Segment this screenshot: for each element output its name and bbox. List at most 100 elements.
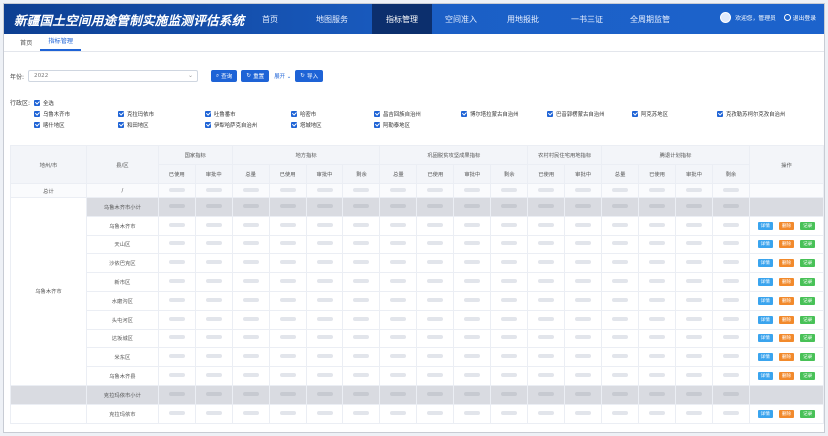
record-button[interactable]: 记录	[800, 315, 816, 324]
import-label: 导入	[306, 74, 319, 80]
nav-one-book-three-cert[interactable]: 一书三证	[560, 4, 614, 34]
value-cell	[268, 197, 307, 217]
query-button[interactable]: ⌕ 查询	[211, 70, 238, 82]
record-button[interactable]: 记录	[800, 240, 816, 249]
group-local: 地方指标	[231, 145, 381, 165]
checkbox-region[interactable]: 博尔塔拉蒙古自治州	[461, 110, 519, 118]
record-button[interactable]: 记录	[800, 409, 816, 418]
checkbox-label: 昌吉回族自治州	[383, 112, 421, 118]
record-button[interactable]: 记录	[800, 278, 816, 287]
checkbox-region[interactable]: 阿勒泰地区	[374, 121, 410, 129]
record-button[interactable]: 记录	[800, 259, 816, 268]
record-button[interactable]: 记录	[800, 334, 816, 343]
checkbox-region[interactable]: 喀什地区	[34, 121, 65, 129]
reset-button[interactable]: ↻ 重置	[241, 70, 270, 82]
checkbox-region[interactable]: 吐鲁番市	[205, 110, 236, 118]
detail-button[interactable]: 详情	[757, 409, 773, 418]
record-button[interactable]: 记录	[800, 353, 816, 362]
detail-button[interactable]: 详情	[757, 334, 773, 343]
redacted-value	[464, 373, 481, 378]
value-cell	[416, 215, 455, 236]
value-cell	[527, 183, 566, 198]
record-button[interactable]: 记录	[800, 221, 816, 230]
detail-button[interactable]: 详情	[757, 240, 773, 249]
delete-button[interactable]: 删除	[778, 221, 795, 230]
value-cell	[379, 183, 418, 198]
value-cell	[601, 272, 640, 292]
redacted-value	[168, 316, 185, 321]
value-cell	[379, 197, 418, 217]
year-select[interactable]: 2022 ⌄	[28, 70, 199, 82]
import-icon: ↻	[300, 73, 305, 79]
redacted-value	[168, 335, 185, 340]
detail-button[interactable]: 详情	[757, 296, 773, 305]
value-cell	[305, 384, 344, 405]
sub-col-header: 已使用	[268, 164, 307, 184]
value-cell	[231, 403, 270, 424]
redacted-value	[427, 391, 444, 396]
table-row: 天山区 详情 删除 记录	[11, 234, 824, 255]
checkbox-label: 塔城地区	[300, 123, 322, 129]
city-cell	[10, 384, 87, 405]
checkbox-icon	[374, 122, 380, 128]
value-cell	[342, 290, 381, 311]
detail-button[interactable]: 详情	[757, 353, 773, 362]
checkbox-region[interactable]: 哈密市	[291, 110, 316, 118]
checkbox-region[interactable]: 昌吉回族自治州	[374, 110, 421, 118]
checkbox-region[interactable]: 乌鲁木齐市	[34, 110, 70, 118]
value-cell	[268, 384, 307, 405]
record-button[interactable]: 记录	[800, 372, 816, 381]
value-cell	[194, 384, 233, 405]
redacted-value	[279, 410, 296, 415]
delete-button[interactable]: 删除	[778, 409, 795, 418]
nav-map-service[interactable]: 地图服务	[302, 4, 362, 34]
record-button[interactable]: 记录	[800, 296, 816, 305]
col-district: 县/区	[85, 145, 159, 184]
detail-button[interactable]: 详情	[757, 278, 773, 287]
import-button[interactable]: ↻ 导入	[295, 70, 324, 82]
ops-cell: 详情 删除 记录	[748, 234, 824, 255]
nav-full-cycle[interactable]: 全周期监管	[618, 4, 682, 34]
nav-land-approval[interactable]: 用地报批	[494, 4, 552, 34]
checkbox-region[interactable]: 和田地区	[118, 121, 149, 129]
logout-button[interactable]: 退出登录	[783, 13, 816, 22]
redacted-value	[538, 316, 555, 321]
redacted-value	[612, 391, 629, 396]
checkbox-region[interactable]: 克拉玛依市	[118, 110, 154, 118]
value-cell	[268, 366, 307, 386]
avatar[interactable]	[720, 12, 732, 23]
delete-button[interactable]: 删除	[778, 334, 795, 343]
checkbox-region[interactable]: 克孜勒苏柯尔克孜自治州	[717, 110, 785, 118]
delete-button[interactable]: 删除	[778, 240, 795, 249]
group-rural: 农村村民住宅用地指标	[527, 145, 603, 165]
nav-home[interactable]: 首页	[246, 4, 294, 34]
region-row-1: 乌鲁木齐市 克拉玛依市 吐鲁番市 哈密市 昌吉回族自治州 博尔塔拉蒙古自治州 巴…	[10, 108, 822, 119]
checkbox-region[interactable]: 阿克苏地区	[632, 110, 668, 118]
redacted-value	[722, 354, 739, 359]
detail-button[interactable]: 详情	[757, 221, 773, 230]
sub-col-header: 剩余	[490, 164, 529, 184]
checkbox-label: 吐鲁番市	[214, 112, 236, 118]
value-cell	[416, 183, 455, 198]
checkbox-region[interactable]: 塔城地区	[291, 121, 322, 129]
delete-button[interactable]: 删除	[778, 278, 795, 287]
tab-home[interactable]: 首页	[12, 38, 40, 51]
delete-button[interactable]: 删除	[778, 296, 795, 305]
checkbox-all[interactable]: 全选	[34, 99, 54, 107]
delete-button[interactable]: 删除	[778, 315, 795, 324]
tab-indicator-mgmt[interactable]: 指标管理	[40, 36, 82, 51]
detail-button[interactable]: 详情	[757, 315, 773, 324]
expand-toggle[interactable]: 展开 ⌄	[274, 72, 291, 80]
checkbox-region[interactable]: 伊犁哈萨克自治州	[205, 121, 257, 129]
reset-label: 重置	[253, 74, 265, 80]
detail-button[interactable]: 详情	[757, 372, 773, 381]
delete-button[interactable]: 删除	[778, 259, 795, 268]
nav-indicator-mgmt[interactable]: 指标管理	[372, 4, 432, 34]
detail-button[interactable]: 详情	[757, 259, 773, 268]
nav-space-access[interactable]: 空间准入	[434, 4, 488, 34]
group-consolidate: 巩固脱贫攻坚成果指标	[379, 145, 529, 165]
delete-button[interactable]: 删除	[778, 372, 795, 381]
delete-button[interactable]: 删除	[778, 353, 795, 362]
checkbox-region[interactable]: 巴音郭楞蒙古自治州	[547, 110, 605, 118]
value-cell	[601, 215, 640, 236]
